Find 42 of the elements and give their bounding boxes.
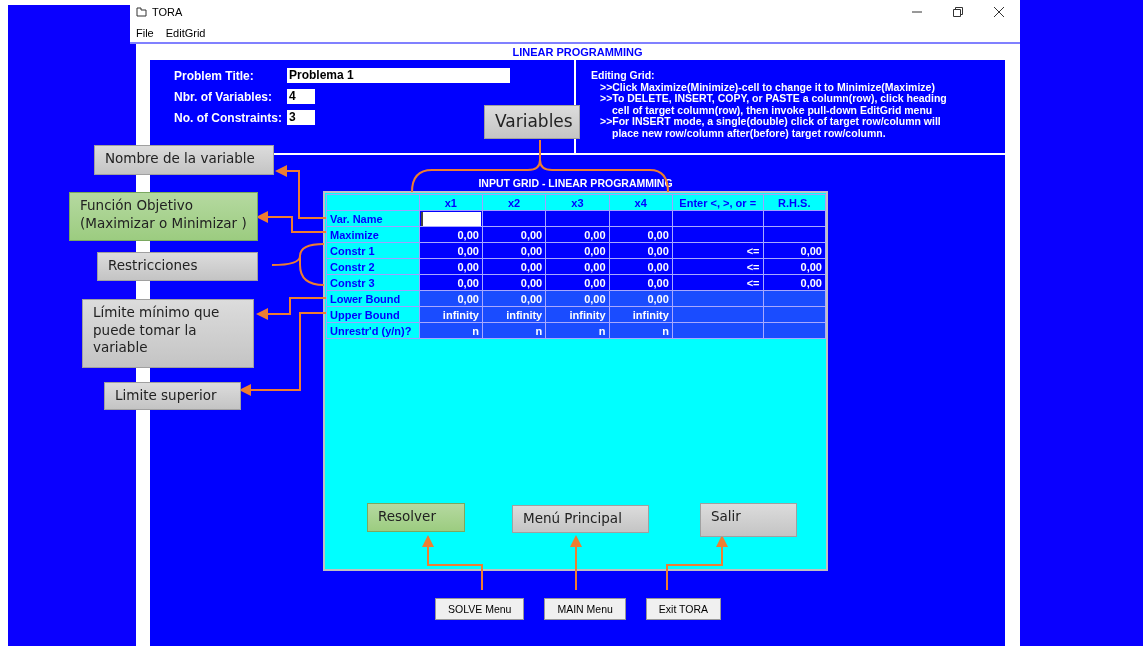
leader-arrow — [422, 535, 483, 591]
section-title: LINEAR PROGRAMMING — [512, 45, 643, 60]
input-field[interactable]: 4 — [287, 89, 315, 104]
field-label: Problem Title: — [174, 68, 255, 83]
annotation-callout: Restricciones — [97, 252, 258, 281]
column-header[interactable]: x1 — [419, 194, 483, 211]
leader-arrow — [666, 535, 728, 591]
column-header[interactable]: x3 — [545, 194, 610, 211]
leader-brace — [271, 243, 325, 286]
menu-button[interactable]: MAIN Menu — [544, 598, 626, 620]
annotation-callout: Variables — [484, 105, 580, 139]
instruction-text: cell of target column(row), then invoke pull-down EditGrid menu — [611, 104, 933, 116]
menu-item[interactable]: File — [136, 27, 154, 39]
field-label: No. of Constraints: — [174, 110, 283, 125]
annotation-callout: Salir — [700, 503, 797, 537]
column-header[interactable]: x4 — [609, 194, 673, 211]
input-field[interactable] — [420, 211, 481, 226]
annotation-callout: Menú Principal — [512, 505, 649, 533]
menu-button[interactable]: SOLVE Menu — [435, 598, 525, 620]
column-header[interactable]: R.H.S. — [763, 194, 826, 211]
annotation-callout: Limite superior — [104, 382, 241, 410]
instruction-text: >>To DELETE, INSERT, COPY, or PASTE a column(row), click heading — [599, 93, 948, 105]
menu-button[interactable]: Exit TORA — [645, 598, 722, 620]
input-field[interactable]: 3 — [287, 110, 315, 125]
input-field[interactable]: Problema 1 — [287, 68, 510, 83]
column-header[interactable]: x2 — [482, 194, 546, 211]
column-header[interactable]: Enter <, >, or = — [672, 194, 764, 211]
close-icon[interactable] — [994, 7, 1004, 17]
instructions-title: Editing Grid: — [591, 70, 656, 82]
instruction-text: >>For INSERT mode, a single(double) click of target row/column will — [599, 116, 942, 128]
leader-arrow — [570, 535, 582, 591]
field-label: Nbr. of Variables: — [174, 89, 274, 104]
annotation-callout: Resolver — [367, 503, 465, 532]
annotation-callout: Nombre de la variable — [94, 145, 274, 175]
restore-icon[interactable] — [953, 7, 963, 17]
menu-item[interactable]: EditGrid — [165, 27, 206, 39]
window-title: TORA — [152, 6, 184, 18]
annotation-callout: Límite mínimo que puede tomar la variable — [82, 299, 254, 368]
annotation-callout: Función Objetivo (Maximizar o Minimizar ) — [69, 192, 258, 241]
instruction-text: >>Click Maximize(Minimize)-cell to change it to Minimize(Maximize) — [600, 81, 936, 93]
instruction-text: place new row/column after(before) target row/column. — [611, 127, 887, 139]
app-icon — [136, 7, 147, 17]
